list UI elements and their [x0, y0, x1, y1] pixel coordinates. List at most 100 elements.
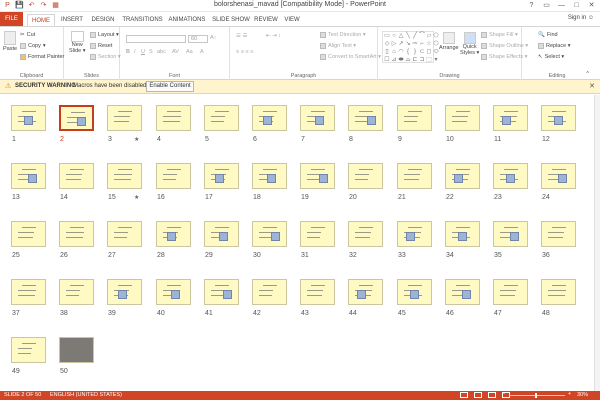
- reset-button[interactable]: Reset: [90, 43, 112, 49]
- vertical-scrollbar[interactable]: [594, 95, 600, 391]
- new-slide-button[interactable]: New Slide ▾: [69, 31, 86, 54]
- slide-thumbnail[interactable]: [397, 105, 432, 131]
- slide-thumbnail[interactable]: [204, 221, 239, 247]
- enable-content-button[interactable]: Enable Content: [146, 81, 194, 92]
- zoom-level[interactable]: 30%: [577, 392, 588, 398]
- slide-thumbnail[interactable]: [348, 221, 383, 247]
- cut-button[interactable]: ✂ Cut: [20, 32, 35, 38]
- slide-thumbnail[interactable]: [59, 221, 94, 247]
- change-case-button[interactable]: Aa: [186, 49, 193, 55]
- help-button[interactable]: ?: [525, 0, 538, 11]
- slide-thumbnail[interactable]: [204, 279, 239, 305]
- underline-button[interactable]: U: [141, 49, 145, 55]
- slide-thumbnail[interactable]: [11, 337, 46, 363]
- slide-thumbnail[interactable]: [541, 163, 576, 189]
- collapse-ribbon-button[interactable]: ^: [586, 71, 589, 77]
- format-painter-button[interactable]: Format Painter: [20, 54, 64, 60]
- reading-view-icon[interactable]: [488, 392, 496, 398]
- slide-thumbnail[interactable]: [445, 163, 480, 189]
- slide-thumbnail[interactable]: [11, 279, 46, 305]
- normal-view-icon[interactable]: [460, 392, 468, 398]
- tab-transitions[interactable]: TRANSITIONS: [120, 14, 165, 26]
- tab-slide-show[interactable]: SLIDE SHOW: [210, 14, 252, 26]
- slide-thumbnail[interactable]: [107, 279, 142, 305]
- slide-thumbnail[interactable]: [397, 279, 432, 305]
- tab-review[interactable]: REVIEW: [252, 14, 280, 26]
- tab-design[interactable]: DESIGN: [88, 14, 118, 26]
- character-spacing-button[interactable]: AV: [172, 49, 179, 55]
- slide-thumbnail[interactable]: [397, 221, 432, 247]
- select-button[interactable]: ↖ Select ▾: [538, 54, 564, 60]
- slide-thumbnail[interactable]: [493, 163, 528, 189]
- arrange-button[interactable]: Arrange: [439, 32, 459, 51]
- zoom-slider[interactable]: [509, 395, 565, 396]
- slide-thumbnail[interactable]: [445, 221, 480, 247]
- zoom-slider-thumb[interactable]: [535, 393, 537, 398]
- language-indicator[interactable]: ENGLISH (UNITED STATES): [50, 392, 122, 398]
- slide-thumbnail[interactable]: [300, 279, 335, 305]
- alignment-buttons[interactable]: ≡ ≡ ≡ ≡: [236, 49, 253, 55]
- shape-effects-button[interactable]: Shape Effects ▾: [481, 54, 527, 60]
- grow-font-button[interactable]: A↑: [210, 35, 216, 41]
- quick-styles-button[interactable]: Quick Styles ▾: [460, 32, 479, 56]
- slide-thumbnail[interactable]: [300, 221, 335, 247]
- slide-thumbnail[interactable]: [156, 279, 191, 305]
- slide-thumbnail[interactable]: [59, 105, 94, 131]
- slide-thumbnail[interactable]: [493, 221, 528, 247]
- slide-thumbnail[interactable]: [397, 163, 432, 189]
- copy-button[interactable]: Copy ▾: [20, 43, 46, 49]
- slide-thumbnail[interactable]: [493, 279, 528, 305]
- close-button[interactable]: ✕: [585, 0, 598, 11]
- slide-sorter-view-icon[interactable]: [474, 392, 482, 398]
- tab-file[interactable]: FILE: [0, 12, 23, 26]
- transition-star-icon[interactable]: ★: [134, 136, 139, 143]
- slide-thumbnail[interactable]: [252, 279, 287, 305]
- font-size-box[interactable]: 60: [188, 35, 208, 43]
- slide-thumbnail[interactable]: [204, 105, 239, 131]
- indent-buttons[interactable]: ⇤ ⇥ ↕: [266, 33, 281, 39]
- slide-thumbnail[interactable]: [348, 279, 383, 305]
- slide-thumbnail[interactable]: [11, 105, 46, 131]
- slide-thumbnail[interactable]: [59, 163, 94, 189]
- tab-insert[interactable]: INSERT: [58, 14, 86, 26]
- slide-thumbnail[interactable]: [445, 279, 480, 305]
- slide-thumbnail[interactable]: [348, 105, 383, 131]
- slide-thumbnail[interactable]: [156, 221, 191, 247]
- slide-thumbnail[interactable]: [107, 221, 142, 247]
- ribbon-display-button[interactable]: ▭: [540, 0, 553, 11]
- replace-button[interactable]: Replace ▾: [538, 43, 570, 49]
- slide-thumbnail[interactable]: [541, 105, 576, 131]
- slide-thumbnail[interactable]: [107, 105, 142, 131]
- paste-button[interactable]: Paste: [3, 31, 17, 52]
- slide-thumbnail[interactable]: [348, 163, 383, 189]
- slide-thumbnail[interactable]: [252, 221, 287, 247]
- align-text-button[interactable]: Align Text ▾: [320, 43, 356, 49]
- slide-thumbnail[interactable]: [204, 163, 239, 189]
- shapes-gallery[interactable]: ▭ ○ △ ╲ ╱ ⌒ ▱ ⬠ ◇ ▷ ↗ ↘ ⇨ ⌐ ☆ ⬡ ▯ ⌂ ◠{} ⊂ ◻ ⬭ ☐ ⊿ ⬬ ⌓ ⊏ ⊐ ⬚ ▾: [382, 31, 439, 63]
- strikethrough-button[interactable]: abc: [157, 49, 166, 55]
- font-name-box[interactable]: [126, 35, 186, 43]
- minimize-button[interactable]: —: [555, 0, 568, 11]
- slide-thumbnail[interactable]: [59, 337, 94, 363]
- shadow-button[interactable]: S: [149, 49, 153, 55]
- bold-button[interactable]: B: [126, 49, 130, 55]
- slide-thumbnail[interactable]: [11, 221, 46, 247]
- slide-thumbnail[interactable]: [445, 105, 480, 131]
- sign-in-link[interactable]: Sign in ☺: [568, 15, 594, 21]
- slide-thumbnail[interactable]: [252, 163, 287, 189]
- slide-thumbnail[interactable]: [541, 279, 576, 305]
- slide-thumbnail[interactable]: [493, 105, 528, 131]
- shape-fill-button[interactable]: Shape Fill ▾: [481, 32, 518, 38]
- convert-smartart-button[interactable]: Convert to SmartArt ▾: [320, 54, 381, 60]
- zoom-out-button[interactable]: −: [502, 391, 505, 397]
- tab-view[interactable]: VIEW: [281, 14, 303, 26]
- section-button[interactable]: Section ▾: [90, 54, 121, 60]
- slide-thumbnail[interactable]: [156, 163, 191, 189]
- slide-thumbnail[interactable]: [252, 105, 287, 131]
- slide-thumbnail[interactable]: [59, 279, 94, 305]
- slide-thumbnail[interactable]: [541, 221, 576, 247]
- font-color-button[interactable]: A: [200, 49, 204, 55]
- tab-animations[interactable]: ANIMATIONS: [166, 14, 208, 26]
- find-button[interactable]: 🔍 Find: [538, 32, 558, 38]
- slide-thumbnail[interactable]: [107, 163, 142, 189]
